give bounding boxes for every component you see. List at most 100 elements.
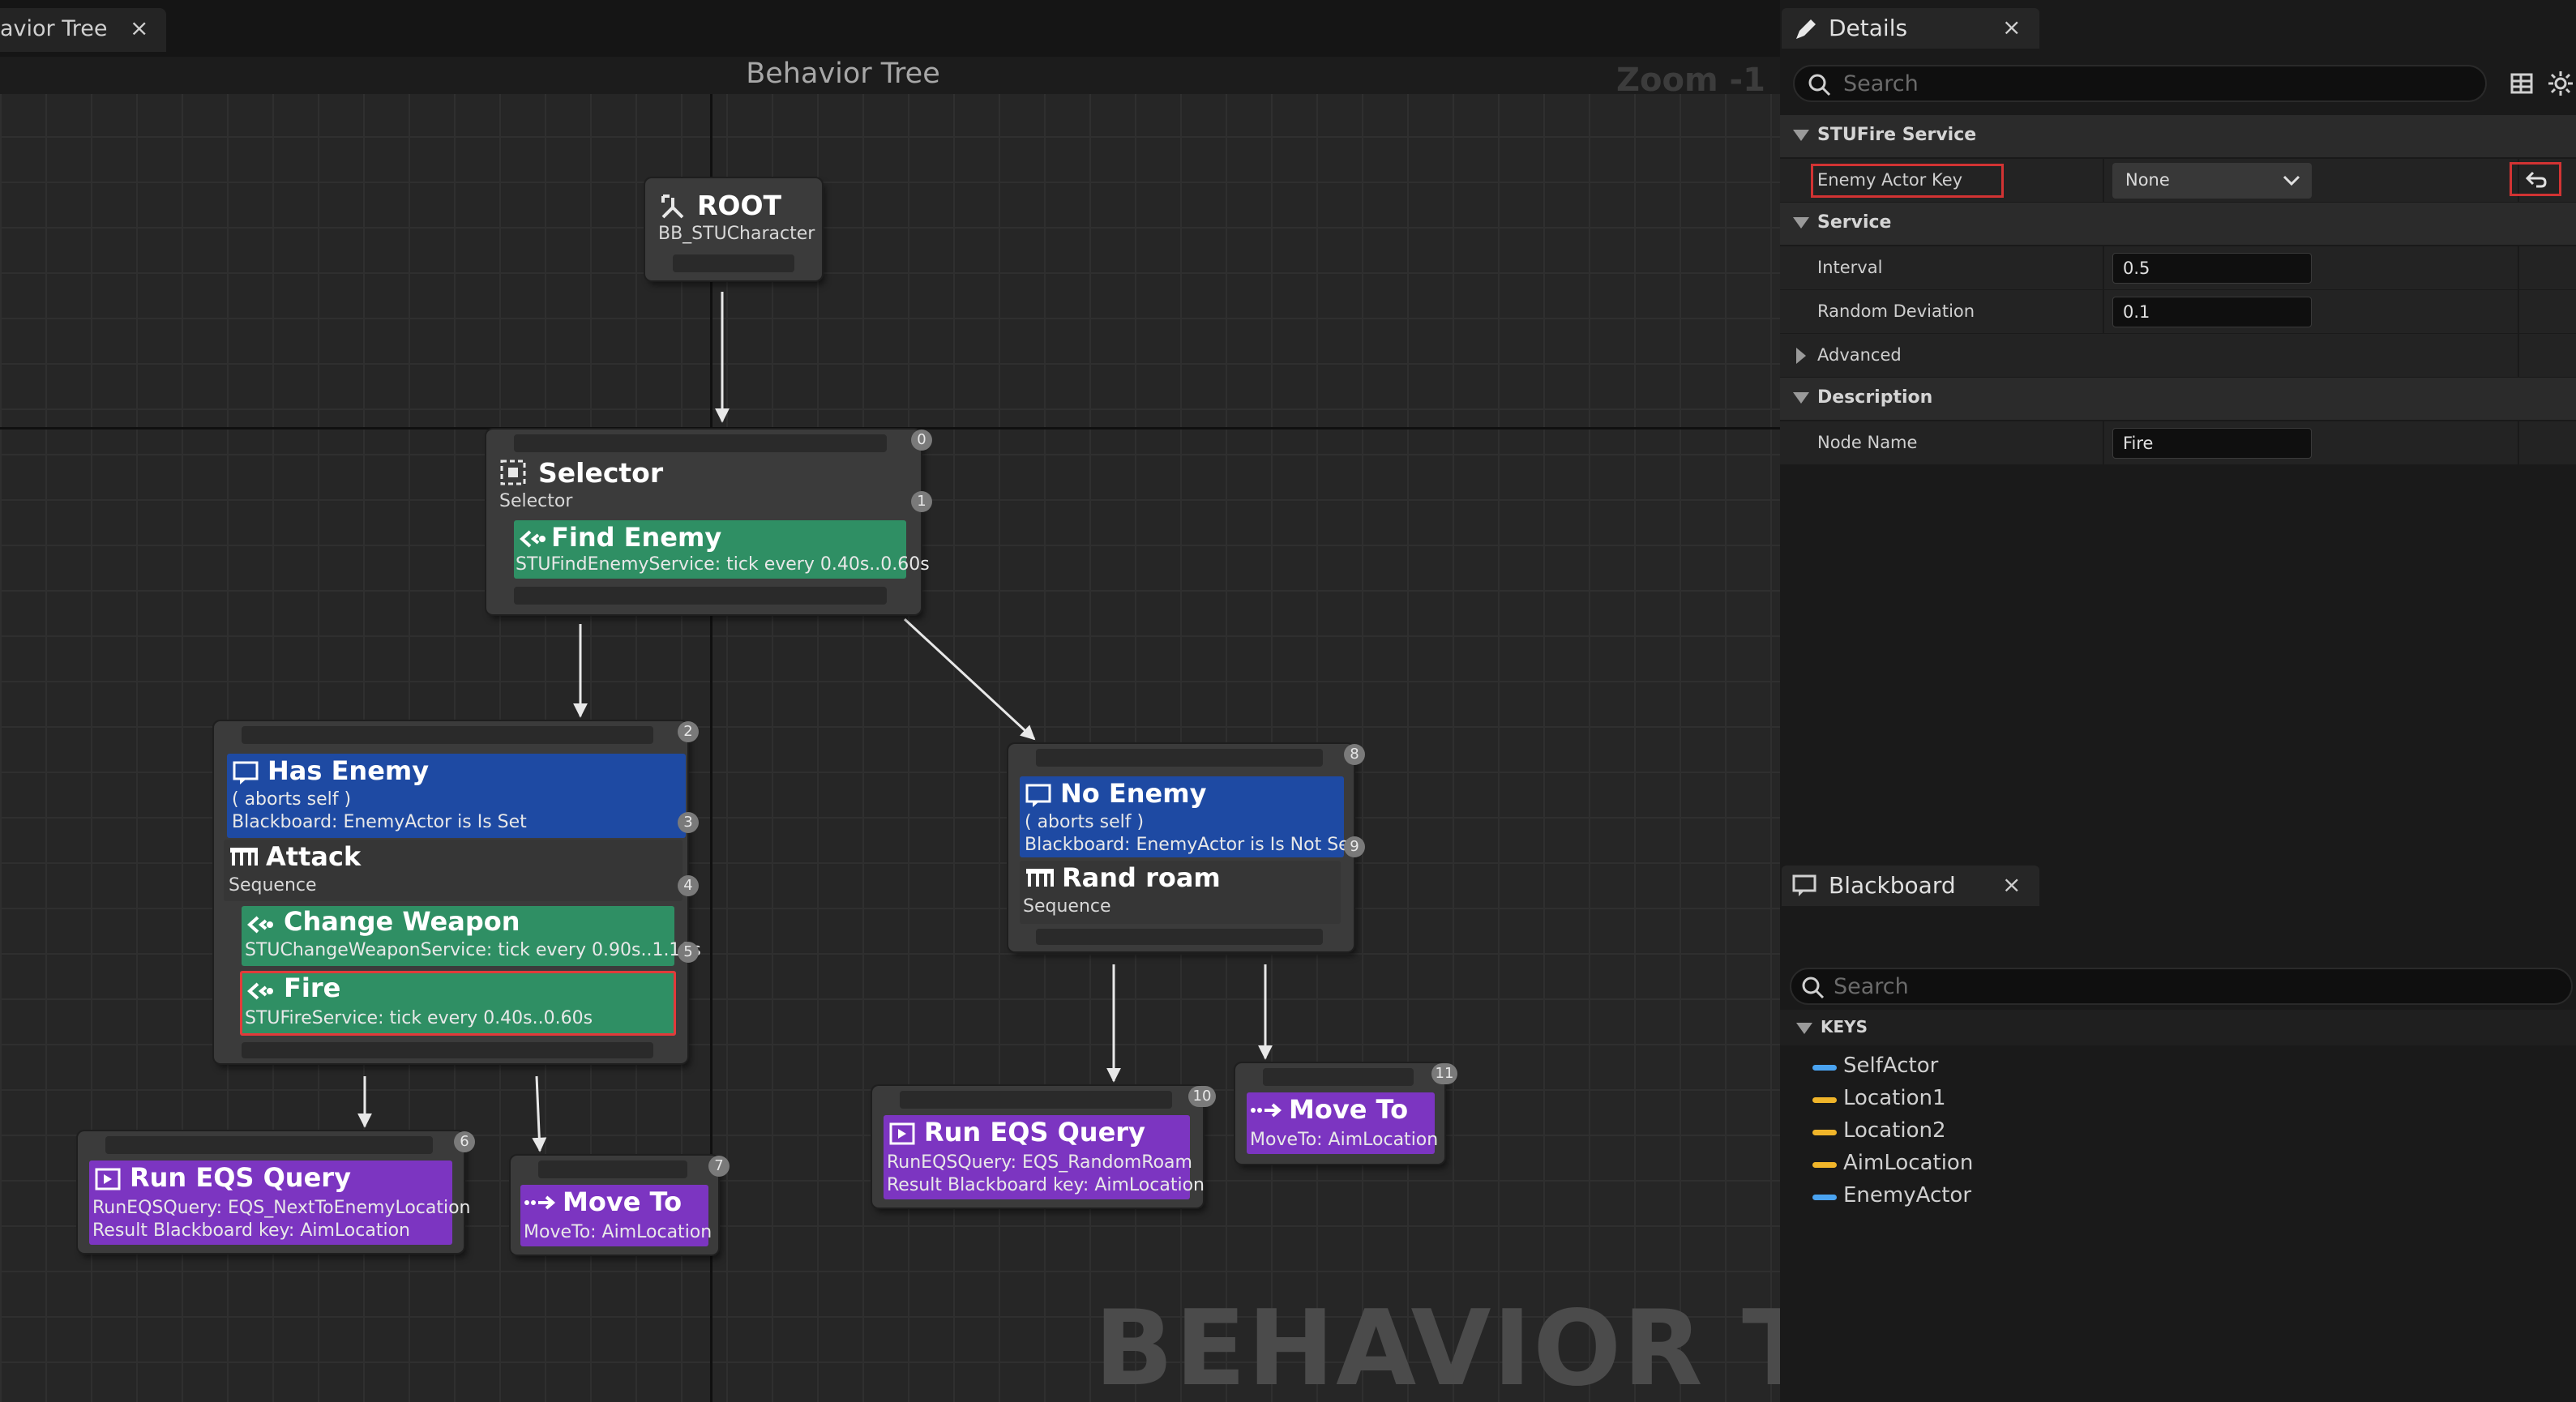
fire-service[interactable]: Fire STUFireService: tick every 0.40s..0… — [240, 971, 676, 1036]
no-enemy-abort-mode: ( aborts self ) — [1025, 812, 1145, 832]
move-to-right-task[interactable]: Move To MoveTo: AimLocation — [1247, 1092, 1439, 1154]
run-eqs-query-right-task[interactable]: Run EQS Query RunEQSQuery: EQS_RandomRoa… — [884, 1115, 1205, 1199]
find-enemy-service[interactable]: Find Enemy STUFindEnemyService: tick eve… — [514, 520, 930, 579]
column-divider — [2103, 290, 2104, 334]
rand-roam-node-top-pin[interactable] — [1036, 749, 1323, 767]
selector-node-type: Selector — [499, 491, 573, 511]
reset-to-default-button[interactable] — [2510, 162, 2561, 196]
run-eqs-query-left-result-key: Result Blackboard key: AimLocation — [92, 1220, 410, 1241]
section-service-title: Service — [1817, 212, 1892, 233]
section-advanced[interactable]: Advanced — [1780, 334, 2576, 378]
blackboard-key-name: Location1 — [1843, 1086, 1946, 1110]
details-search-input[interactable]: Search — [1793, 65, 2487, 102]
root-node[interactable]: ROOT BB_STUCharacter — [645, 178, 822, 280]
key-type-color — [1812, 1162, 1837, 1168]
blackboard-key-name: AimLocation — [1843, 1151, 1974, 1175]
gear-icon[interactable] — [2547, 70, 2574, 97]
service-icon — [247, 916, 273, 934]
selector-node[interactable]: 0 Selector Selector 1 Find Enemy STUFind… — [486, 430, 932, 614]
collapse-arrow-icon — [1793, 130, 1809, 141]
change-weapon-description: STUChangeWeaponService: tick every 0.90s… — [245, 940, 701, 960]
column-divider — [2518, 246, 2519, 290]
execution-index-badge: 9 — [1344, 836, 1365, 857]
section-advanced-title: Advanced — [1817, 345, 1902, 365]
no-enemy-title: No Enemy — [1060, 778, 1207, 809]
execution-index-badge: 7 — [708, 1156, 730, 1177]
prop-random-deviation: Random Deviation 0.1 — [1780, 290, 2576, 334]
execution-index-badge: 3 — [678, 812, 699, 833]
key-type-color — [1812, 1130, 1837, 1135]
prop-interval: Interval 0.5 — [1780, 246, 2576, 290]
service-icon — [247, 982, 273, 1000]
tab-details[interactable]: Details × — [1782, 8, 2039, 49]
pencil-icon — [1796, 19, 1816, 39]
task-icon — [889, 1122, 915, 1145]
change-weapon-service[interactable]: Change Weapon STUChangeWeaponService: ti… — [242, 906, 701, 966]
attack-sequence[interactable]: Attack Sequence — [224, 840, 683, 901]
random-deviation-input[interactable]: 0.1 — [2112, 297, 2312, 327]
fire-description: STUFireService: tick every 0.40s..0.60s — [245, 1008, 593, 1028]
move-to-left-task[interactable]: Move To MoveTo: AimLocation — [520, 1185, 712, 1246]
close-icon[interactable]: × — [2002, 14, 2021, 41]
column-divider — [2518, 334, 2519, 378]
details-search-placeholder: Search — [1843, 71, 1919, 96]
move-to-left-top-pin[interactable] — [538, 1160, 687, 1178]
has-enemy-condition: Blackboard: EnemyActor is Is Set — [232, 812, 527, 832]
collapse-arrow-icon — [1793, 217, 1809, 229]
reset-arrow-icon — [2525, 171, 2547, 188]
attack-type: Sequence — [229, 875, 317, 895]
section-service[interactable]: Service — [1780, 203, 2576, 245]
selector-node-top-pin[interactable] — [514, 434, 887, 452]
root-node-bottom-pin[interactable] — [673, 254, 794, 272]
has-enemy-title: Has Enemy — [267, 755, 430, 786]
run-eqs-query-right-top-pin[interactable] — [900, 1091, 1172, 1109]
change-weapon-title: Change Weapon — [284, 906, 520, 937]
move-to-left[interactable]: 7 Move To MoveTo: AimLocation — [511, 1156, 730, 1255]
details-panel: Details × Search STUFire Service Enemy A… — [1780, 0, 2576, 862]
rand-roam-sequence[interactable]: Rand roam Sequence — [1020, 861, 1341, 924]
chevron-down-icon — [2283, 175, 2300, 186]
rand-roam-node[interactable]: 8 No Enemy ( aborts self ) Blackboard: E… — [1008, 744, 1365, 951]
section-stufire-service[interactable]: STUFire Service — [1780, 115, 2576, 157]
tab-blackboard[interactable]: Blackboard × — [1782, 866, 2039, 906]
node-name-input[interactable]: Fire — [2112, 428, 2312, 459]
run-eqs-query-right[interactable]: 10 Run EQS Query RunEQSQuery: EQS_Random… — [872, 1086, 1216, 1208]
move-to-right-top-pin[interactable] — [1263, 1068, 1414, 1086]
run-eqs-query-left-task[interactable]: Run EQS Query RunEQSQuery: EQS_NextToEne… — [89, 1160, 471, 1245]
run-eqs-query-left-top-pin[interactable] — [105, 1136, 433, 1154]
move-to-icon — [524, 1195, 556, 1210]
selector-node-bottom-pin[interactable] — [514, 587, 887, 605]
blackboard-search-input[interactable]: Search — [1790, 968, 2573, 1005]
blackboard-key-name: EnemyActor — [1843, 1183, 1972, 1208]
no-enemy-decorator[interactable]: No Enemy ( aborts self ) Blackboard: Ene… — [1020, 776, 1356, 857]
behavior-tree-graph[interactable]: avior Tree × Behavior Tree Zoom -1 BEHAV… — [0, 0, 1780, 1402]
attack-node-bottom-pin[interactable] — [242, 1042, 653, 1058]
selector-node-title: Selector — [538, 457, 664, 489]
attack-node-top-pin[interactable] — [242, 726, 653, 744]
execution-index-badge: 8 — [1344, 744, 1365, 765]
close-icon[interactable]: × — [2002, 871, 2021, 898]
section-description[interactable]: Description — [1780, 378, 2576, 420]
move-to-right-target: MoveTo: AimLocation — [1250, 1130, 1439, 1150]
sequence-icon — [1026, 869, 1054, 887]
execution-index-badge: 11 — [1431, 1063, 1457, 1084]
move-to-right[interactable]: 11 Move To MoveTo: AimLocation — [1235, 1063, 1457, 1164]
enemy-actor-key-dropdown[interactable]: None — [2112, 163, 2312, 199]
interval-input[interactable]: 0.5 — [2112, 253, 2312, 284]
run-eqs-query-left[interactable]: 6 Run EQS Query RunEQSQuery: EQS_NextToE… — [78, 1131, 475, 1253]
has-enemy-abort-mode: ( aborts self ) — [232, 789, 352, 810]
column-divider — [2518, 290, 2519, 334]
prop-interval-label: Interval — [1817, 258, 1883, 277]
key-type-color — [1812, 1097, 1837, 1103]
rand-roam-node-bottom-pin[interactable] — [1036, 929, 1323, 945]
root-icon — [661, 194, 684, 219]
key-type-color — [1812, 1195, 1837, 1200]
blackboard-icon — [1792, 874, 1816, 896]
section-keys[interactable]: KEYS — [1780, 1010, 2576, 1045]
rand-roam-type: Sequence — [1023, 896, 1111, 917]
move-to-left-title: Move To — [563, 1186, 683, 1217]
attack-node[interactable]: 2 Has Enemy ( aborts self ) Blackboard: … — [214, 721, 701, 1063]
table-view-icon[interactable] — [2510, 71, 2534, 96]
decorator-icon — [1025, 784, 1051, 807]
has-enemy-decorator[interactable]: Has Enemy ( aborts self ) Blackboard: En… — [227, 754, 686, 838]
